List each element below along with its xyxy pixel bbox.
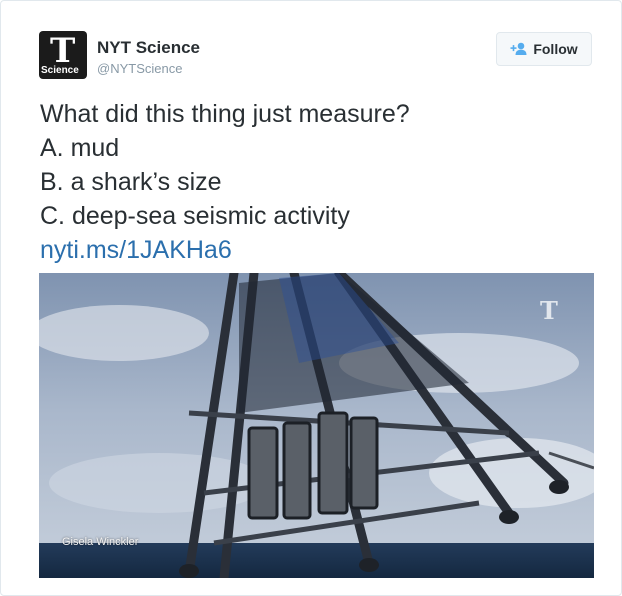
- tweet-text: What did this thing just measure? A. mud…: [40, 97, 600, 267]
- avatar[interactable]: T Science: [39, 31, 87, 79]
- seafloor-sampler-photo: [39, 273, 594, 578]
- account-name[interactable]: NYT Science: [97, 38, 200, 58]
- follow-button[interactable]: Follow: [496, 32, 592, 66]
- add-user-icon: [510, 42, 528, 56]
- tweet-card: T Science NYT Science @NYTScience Follow…: [0, 0, 622, 596]
- tweet-line: What did this thing just measure?: [40, 100, 410, 128]
- tweet-link[interactable]: nyti.ms/1JAKHa6: [40, 233, 600, 267]
- tweet-line: C. deep-sea seismic activity: [40, 202, 350, 230]
- tweet-photo[interactable]: [39, 273, 594, 578]
- tweet-line: A. mud: [40, 134, 120, 162]
- avatar-label: Science: [41, 65, 79, 76]
- follow-label: Follow: [533, 41, 578, 57]
- photo-credit: Gisela Winckler: [62, 536, 139, 548]
- account-handle[interactable]: @NYTScience: [97, 61, 182, 76]
- tweet-line: B. a shark’s size: [40, 168, 222, 196]
- nyt-watermark-icon: T: [540, 296, 558, 325]
- nyt-logo-icon: T: [50, 31, 76, 71]
